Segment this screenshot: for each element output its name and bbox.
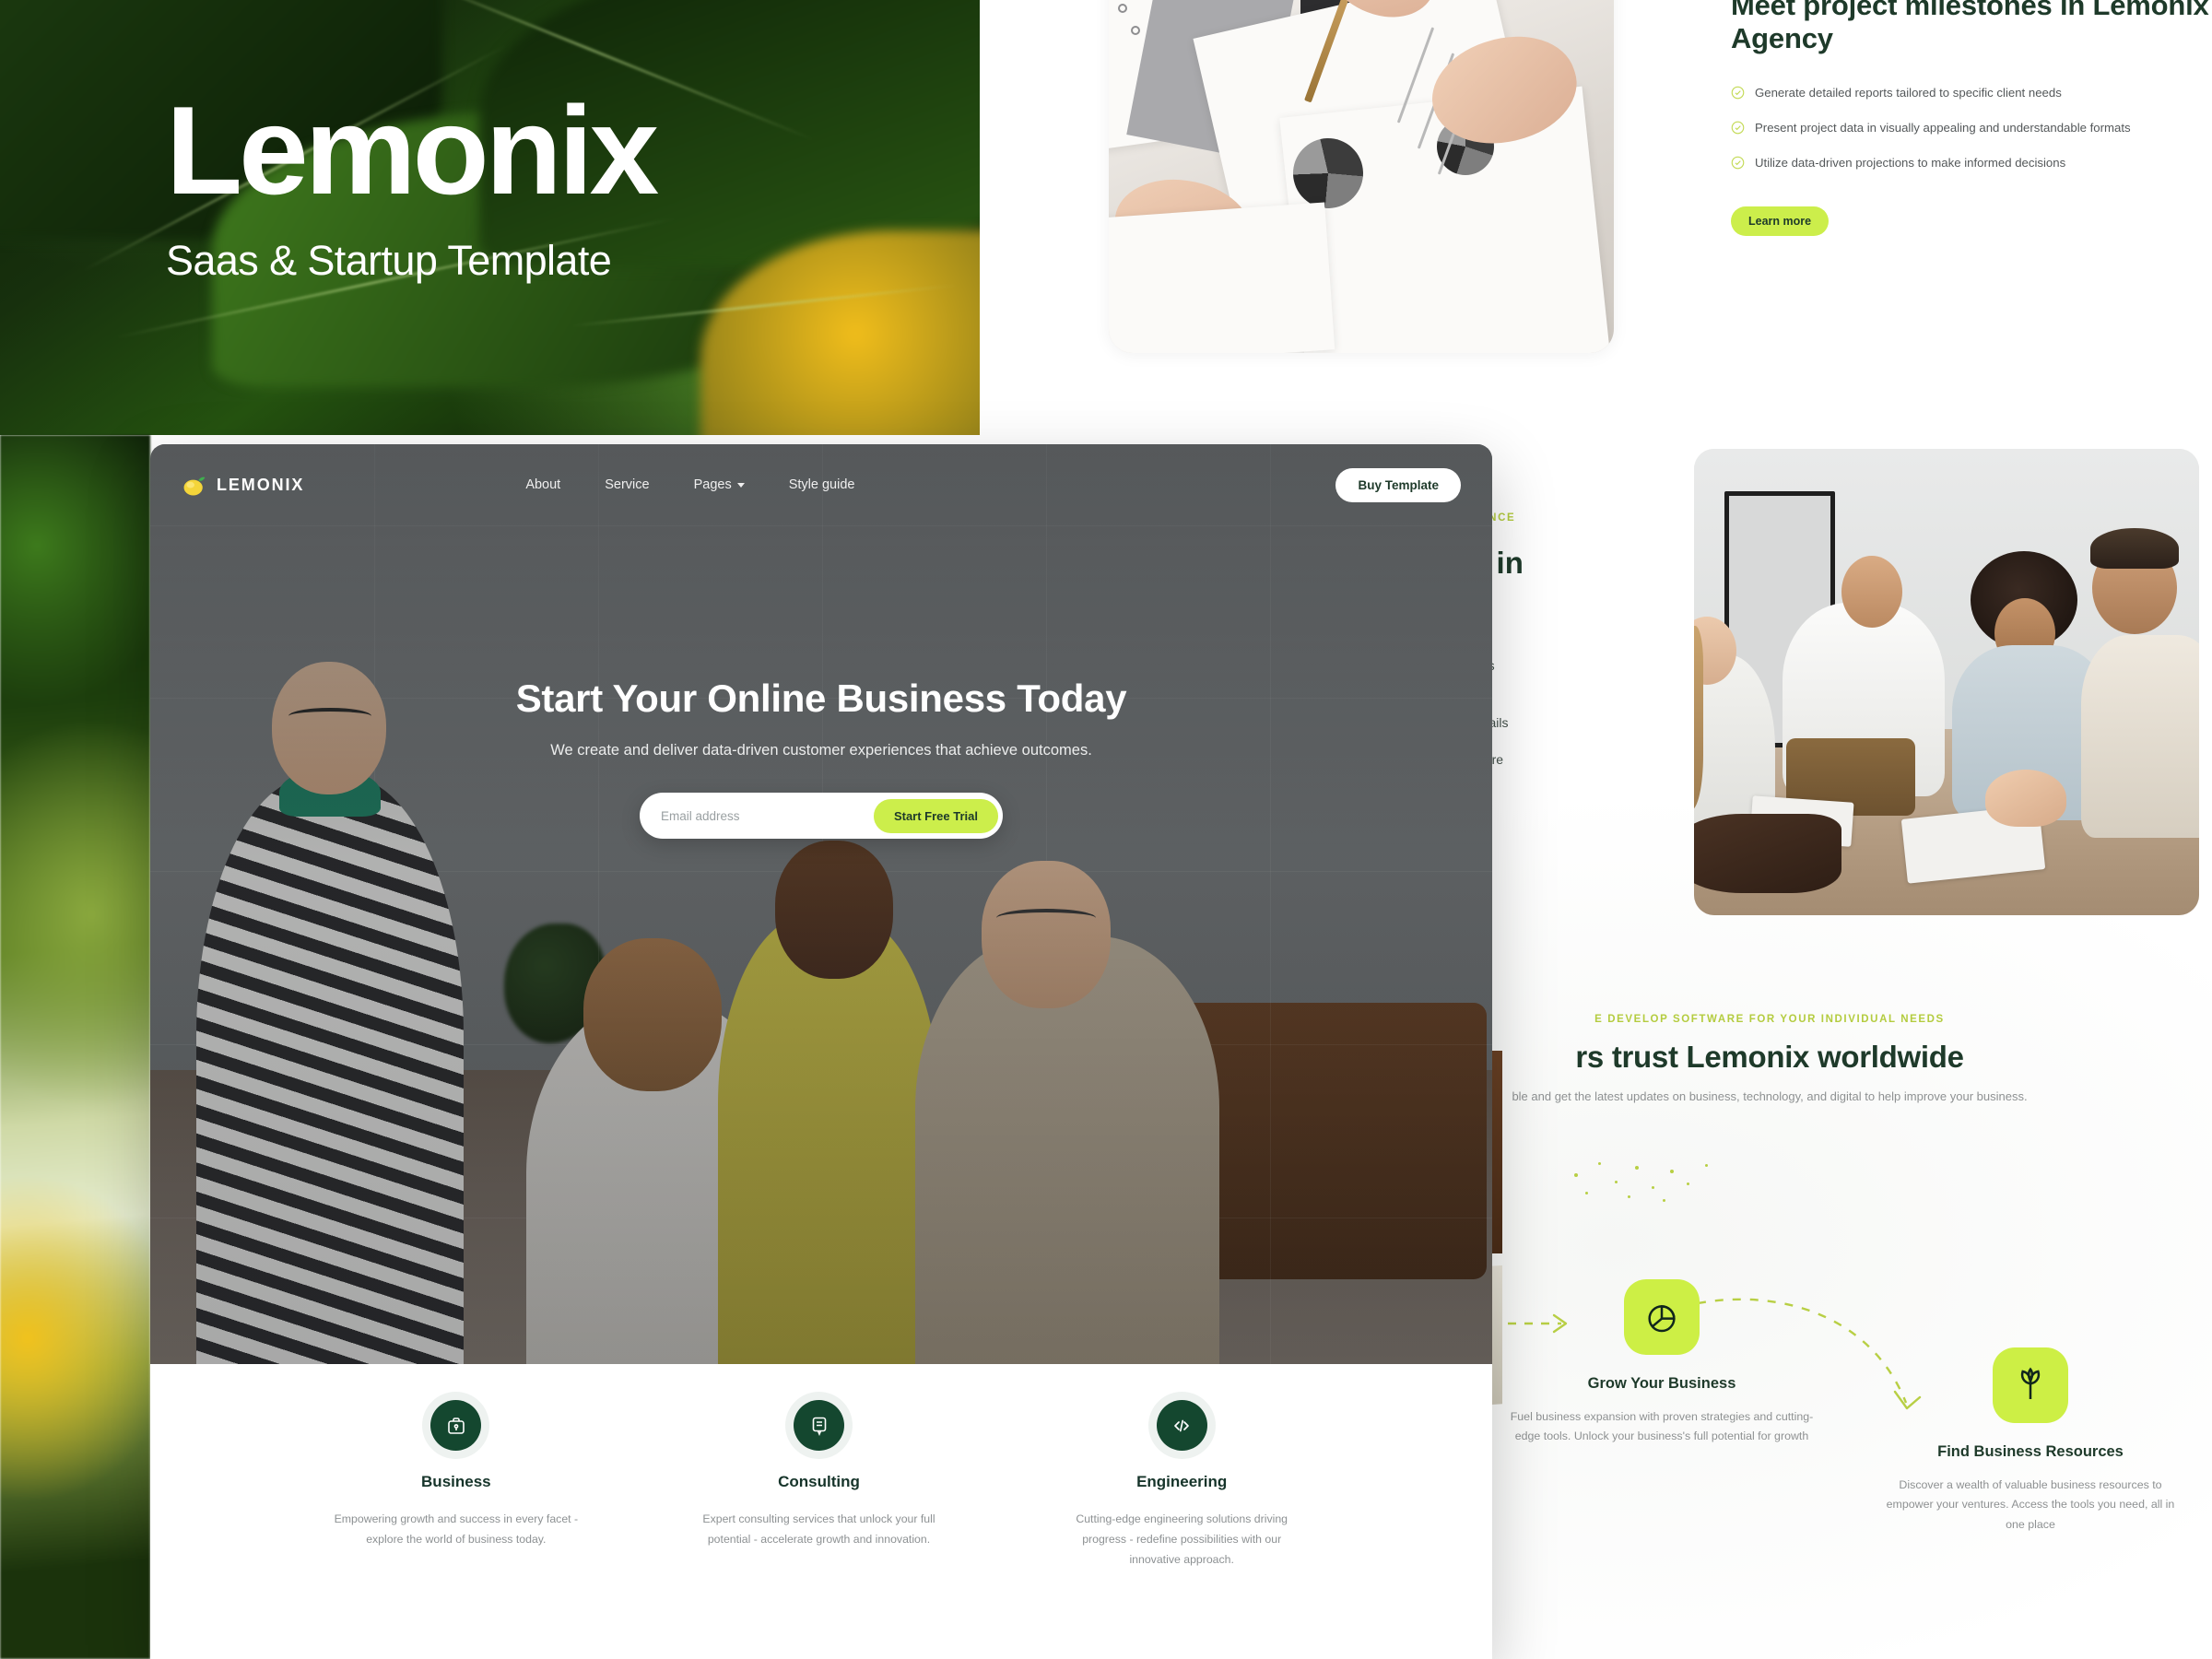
website-mockup: LEMONIX About Service Pages Style guide …: [150, 444, 1492, 1659]
list-item: Generate detailed reports tailored to sp…: [1731, 84, 2210, 102]
behind-list-item: sets: [1471, 658, 1766, 673]
check-circle-icon: [1731, 156, 1745, 170]
card-body: Fuel business expansion with proven stra…: [1510, 1410, 1814, 1443]
milestones-block: Meet project milestones in Lemonix Agenc…: [1731, 0, 2210, 236]
page-title: Lemonix Saas & Startup Template: [166, 80, 659, 285]
nav-links: About Service Pages Style guide: [525, 477, 854, 492]
hero-title-text: Lemonix: [166, 80, 659, 220]
service-item-engineering: Engineering Cutting-edge engineering sol…: [1000, 1400, 1363, 1615]
service-body: Cutting-edge engineering solutions drivi…: [1076, 1512, 1288, 1566]
decorative-dots: [1567, 1157, 1751, 1212]
service-title: Consulting: [778, 1473, 860, 1490]
behind-list-item: nsure: [1471, 752, 1766, 767]
nav-link-label: Style guide: [788, 477, 855, 492]
lemon-icon: [182, 473, 206, 498]
check-circle-icon: [1731, 86, 1745, 100]
service-body: Empowering growth and success in every f…: [334, 1512, 579, 1546]
card-title: Find Business Resources: [1937, 1443, 2124, 1460]
code-icon: [1156, 1400, 1207, 1451]
screenshot-canvas: Meet project milestones in Lemonix Agenc…: [0, 0, 2212, 1659]
worldwide-card: Grow Your Business Fuel business expansi…: [1510, 1279, 1814, 1447]
leaf-left-column: [0, 435, 150, 1659]
list-item-label: Generate detailed reports tailored to sp…: [1755, 85, 2062, 100]
team-meeting-photo: [1694, 449, 2199, 915]
worldwide-card: Find Business Resources Discover a wealt…: [1878, 1347, 2183, 1535]
worldwide-subtitle: ble and get the latest updates on busine…: [1512, 1089, 2028, 1103]
behind-list-item: details: [1471, 715, 1766, 730]
pie-chart-icon: [1624, 1279, 1700, 1355]
behind-title: s in: [1471, 546, 1524, 580]
learn-more-button[interactable]: Learn more: [1731, 206, 1830, 236]
mockup-hero-photo: [150, 444, 1492, 1364]
start-free-trial-button[interactable]: Start Free Trial: [873, 798, 998, 833]
nav-link-service[interactable]: Service: [605, 477, 649, 492]
milestones-list: Generate detailed reports tailored to sp…: [1731, 84, 2210, 173]
service-item-consulting: Consulting Expert consulting services th…: [638, 1400, 1001, 1615]
hero-subhead: We create and deliver data-driven custom…: [550, 742, 1092, 759]
card-title: Grow Your Business: [1587, 1375, 1736, 1392]
behind-eyebrow: DENCE: [1471, 512, 1516, 524]
hero-subtitle-text: Saas & Startup Template: [166, 237, 612, 284]
briefcase-icon: [430, 1400, 482, 1451]
wheat-icon: [1993, 1347, 2068, 1423]
check-circle-icon: [1731, 121, 1745, 135]
email-input[interactable]: [644, 808, 868, 823]
list-item: Present project data in visually appeali…: [1731, 119, 2210, 137]
brand-logo[interactable]: LEMONIX: [182, 473, 304, 498]
nav-link-label: About: [525, 477, 561, 492]
nav-link-about[interactable]: About: [525, 477, 560, 492]
service-title: Engineering: [1136, 1473, 1228, 1490]
mockup-hero-copy: Start Your Online Business Today We crea…: [150, 677, 1492, 839]
signup-form: Start Free Trial: [640, 793, 1003, 839]
nav-link-label: Pages: [693, 477, 732, 492]
nav-link-pages[interactable]: Pages: [694, 477, 745, 492]
behind-panel: DENCE s in sets details nsure: [1471, 512, 1766, 767]
buy-template-button[interactable]: Buy Template: [1335, 467, 1461, 502]
chat-document-icon: [794, 1400, 844, 1451]
list-item-label: Utilize data-driven projections to make …: [1755, 156, 2066, 171]
services-card: Business Empowering growth and success i…: [275, 1380, 1363, 1615]
list-item: Utilize data-driven projections to make …: [1731, 154, 2210, 172]
brand-name: LEMONIX: [217, 475, 305, 494]
milestones-title: Meet project milestones in Lemonix Agenc…: [1731, 0, 2209, 55]
service-item-business: Business Empowering growth and success i…: [275, 1400, 638, 1615]
desk-analytics-photo: [1109, 0, 1614, 353]
chevron-down-icon: [736, 482, 745, 488]
service-title: Business: [421, 1473, 491, 1490]
list-item-label: Present project data in visually appeali…: [1755, 120, 2131, 135]
service-body: Expert consulting services that unlock y…: [702, 1512, 935, 1546]
nav-link-label: Service: [605, 477, 650, 492]
mockup-navbar: LEMONIX About Service Pages Style guide …: [150, 444, 1492, 525]
hero-headline: Start Your Online Business Today: [515, 677, 1127, 720]
nav-link-style-guide[interactable]: Style guide: [789, 477, 855, 492]
card-body: Discover a wealth of valuable business r…: [1886, 1478, 2175, 1531]
